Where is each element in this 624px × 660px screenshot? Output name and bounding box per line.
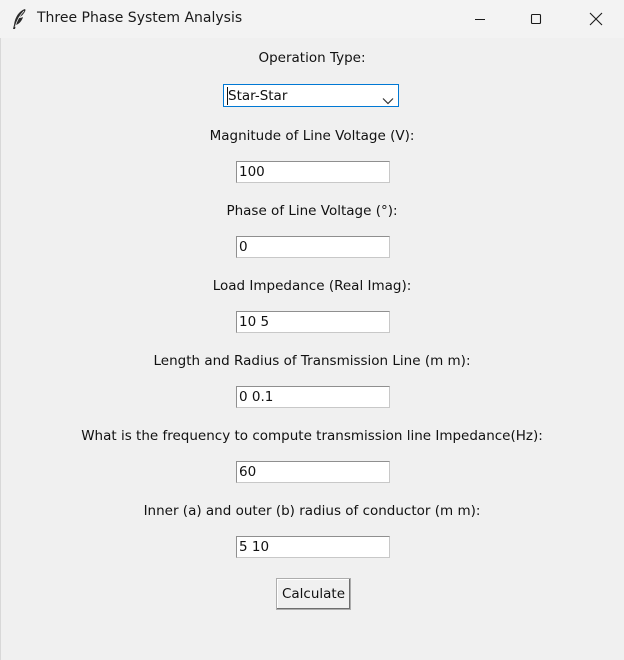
load-impedance-label: Load Impedance (Real Imag): bbox=[212, 278, 412, 294]
frequency-label: What is the frequency to compute transmi… bbox=[81, 428, 543, 444]
line-voltage-magnitude-label: Magnitude of Line Voltage (V): bbox=[209, 128, 415, 144]
operation-type-label: Operation Type: bbox=[258, 50, 366, 66]
minimize-button[interactable] bbox=[452, 0, 508, 38]
maximize-icon bbox=[530, 13, 542, 25]
operation-type-value: Star-Star bbox=[226, 87, 288, 105]
app-window: Three Phase System Analysis Operation Ty… bbox=[0, 0, 624, 660]
transmission-line-dims-label: Length and Radius of Transmission Line (… bbox=[153, 353, 471, 369]
title-bar[interactable]: Three Phase System Analysis bbox=[0, 0, 624, 38]
frequency-input[interactable] bbox=[236, 461, 390, 483]
chevron-down-icon[interactable] bbox=[382, 91, 394, 105]
calculate-button[interactable]: Calculate bbox=[276, 578, 351, 610]
line-voltage-magnitude-input[interactable] bbox=[236, 161, 390, 183]
window-title: Three Phase System Analysis bbox=[37, 10, 243, 26]
line-voltage-phase-label: Phase of Line Voltage (°): bbox=[226, 203, 398, 219]
operation-type-combobox[interactable]: Star-Star bbox=[223, 84, 399, 107]
close-button[interactable] bbox=[568, 0, 624, 38]
close-icon bbox=[589, 12, 603, 26]
load-impedance-input[interactable] bbox=[236, 311, 390, 333]
minimize-icon bbox=[474, 13, 486, 25]
conductor-radii-input[interactable] bbox=[236, 536, 390, 558]
maximize-button[interactable] bbox=[508, 0, 564, 38]
line-voltage-phase-input[interactable] bbox=[236, 236, 390, 258]
transmission-line-dims-input[interactable] bbox=[236, 386, 390, 408]
feather-icon bbox=[10, 8, 30, 30]
conductor-radii-label: Inner (a) and outer (b) radius of conduc… bbox=[143, 503, 481, 519]
